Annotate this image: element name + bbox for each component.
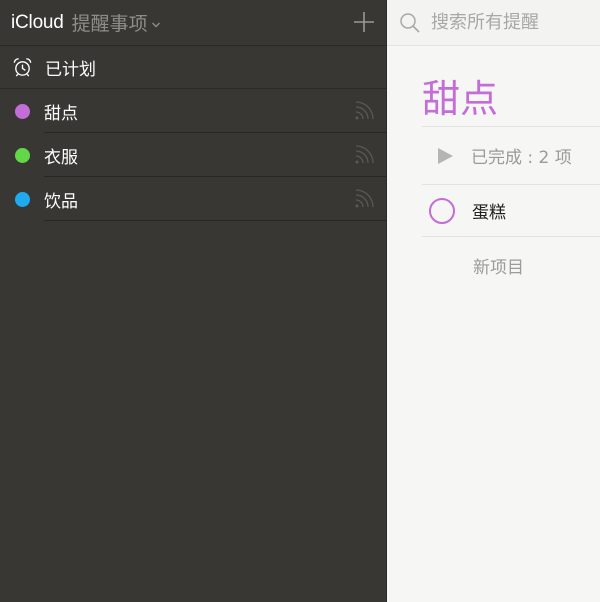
sidebar-header: iCloud 提醒事项 (0, 0, 386, 46)
add-list-button[interactable] (352, 10, 376, 34)
reminder-item[interactable]: 蛋糕 (422, 185, 600, 237)
search-bar (387, 0, 600, 46)
divider (44, 220, 386, 221)
sidebar-item-desserts[interactable]: 甜点 (0, 89, 386, 133)
list-color-dot (15, 103, 30, 119)
show-completed-toggle[interactable]: 已完成 : 2 项 (422, 127, 600, 185)
reminder-checkbox[interactable] (429, 197, 455, 224)
disclosure-triangle-icon (438, 147, 453, 164)
reminder-title[interactable]: 蛋糕 (472, 198, 506, 223)
chevron-down-icon[interactable] (151, 14, 161, 33)
search-icon (400, 12, 420, 33)
app-name-dropdown[interactable]: 提醒事项 (72, 9, 148, 36)
share-broadcast-icon (355, 101, 374, 120)
sidebar-item-label: 甜点 (44, 103, 78, 124)
plus-icon (354, 12, 374, 32)
completed-count-label: 已完成 : 2 项 (471, 148, 572, 168)
new-item-field[interactable]: 新项目 (473, 237, 600, 293)
reminder-list-panel: 甜点 已完成 : 2 项 蛋糕 新项目 (387, 0, 600, 602)
account-label[interactable]: iCloud (11, 12, 64, 34)
sidebar-item-label: 饮品 (44, 191, 78, 212)
share-broadcast-icon (355, 145, 374, 164)
list-title: 甜点 (422, 77, 499, 121)
list-color-dot (15, 191, 30, 207)
new-item-placeholder[interactable]: 新项目 (473, 253, 524, 278)
search-input[interactable] (431, 12, 591, 33)
list-color-dot (15, 147, 30, 163)
sidebar-item-clothes[interactable]: 衣服 (0, 133, 386, 177)
share-broadcast-icon (355, 189, 374, 208)
alarm-clock-icon (13, 57, 32, 76)
sidebar-item-label: 衣服 (44, 147, 78, 168)
sidebar-item-drinks[interactable]: 饮品 (0, 177, 386, 221)
sidebar-item-scheduled[interactable]: 已计划 (0, 46, 386, 89)
sidebar: iCloud 提醒事项 已计划 甜点 衣服 饮品 (0, 0, 387, 602)
sidebar-item-label: 已计划 (45, 59, 96, 80)
reminders-app: iCloud 提醒事项 已计划 甜点 衣服 饮品 搜索所有提醒 甜点 已完成:… (0, 0, 600, 602)
